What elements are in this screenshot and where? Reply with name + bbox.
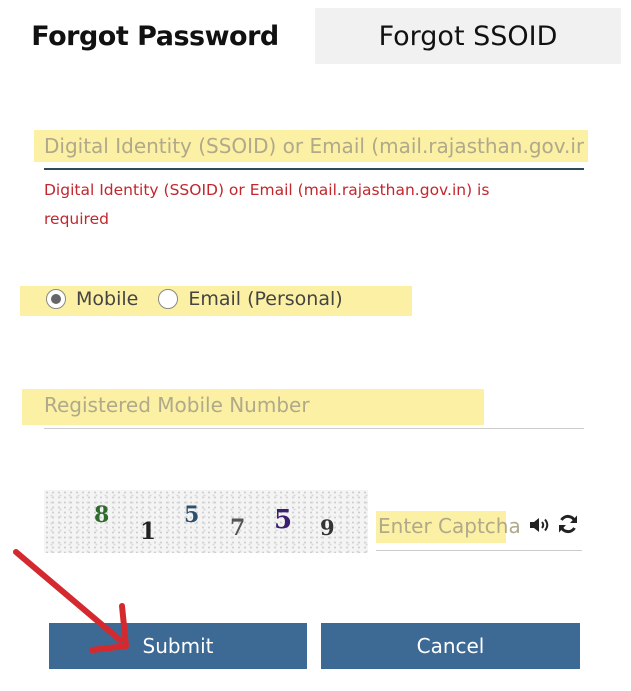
- captcha-digit: 8: [94, 502, 110, 528]
- refresh-icon[interactable]: [556, 512, 580, 536]
- mobile-number-input[interactable]: [44, 390, 484, 420]
- captcha-digit: 7: [230, 515, 246, 541]
- tab-forgot-ssoid[interactable]: Forgot SSOID: [315, 8, 621, 64]
- submit-button[interactable]: Submit: [49, 623, 307, 669]
- captcha-input[interactable]: [378, 511, 528, 541]
- captcha-image: 8 1 5 7 5 9: [44, 490, 368, 553]
- mobile-underline: [44, 428, 584, 429]
- contact-method-radio-group: Mobile Email (Personal): [46, 288, 363, 310]
- identity-error-message: Digital Identity (SSOID) or Email (mail.…: [44, 181, 490, 228]
- captcha-digit: 1: [140, 518, 157, 545]
- captcha-digit: 5: [274, 505, 293, 535]
- captcha-digit: 5: [184, 502, 200, 528]
- cancel-button[interactable]: Cancel: [321, 623, 580, 669]
- captcha-underline: [376, 550, 582, 551]
- radio-mobile-label[interactable]: Mobile: [76, 288, 138, 310]
- radio-email[interactable]: [158, 289, 179, 309]
- identity-underline: [44, 168, 584, 170]
- radio-mobile[interactable]: [46, 289, 66, 309]
- captcha-digit: 9: [320, 515, 335, 540]
- tab-forgot-password[interactable]: Forgot Password: [20, 8, 290, 64]
- identity-input[interactable]: [44, 131, 584, 161]
- radio-email-label[interactable]: Email (Personal): [188, 288, 342, 310]
- speaker-icon[interactable]: [527, 513, 551, 537]
